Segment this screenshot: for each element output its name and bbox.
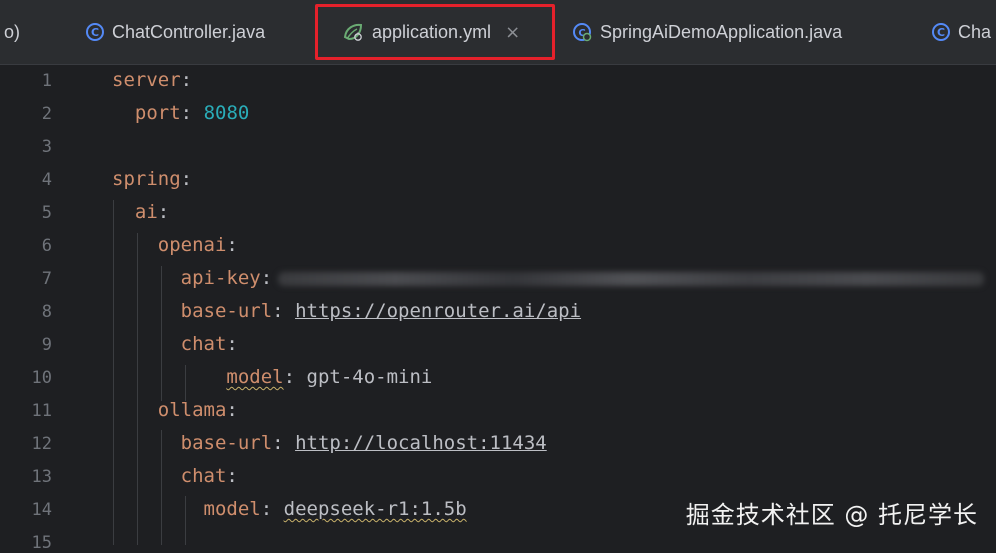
yaml-value: gpt-4o-mini xyxy=(306,366,433,388)
redacted-api-key xyxy=(278,271,985,286)
code-line-2: port: 8080 xyxy=(112,102,249,124)
line-number: 8 xyxy=(41,302,52,322)
yaml-value: 8080 xyxy=(203,102,250,124)
yaml-key: model xyxy=(226,366,284,388)
code-line-8: base-url: https://openrouter.ai/api xyxy=(112,300,581,322)
code-line-6: openai: xyxy=(112,234,238,256)
colon: : xyxy=(226,234,238,256)
yaml-key: base-url xyxy=(180,300,273,322)
colon: : xyxy=(226,399,238,421)
yaml-key: port xyxy=(134,102,181,124)
tab-label: Cha xyxy=(958,21,992,42)
colon: : xyxy=(272,432,284,454)
colon: : xyxy=(260,498,273,520)
colon: : xyxy=(180,69,193,91)
editor-tab-bar: o) C ChatController.java application.yml… xyxy=(0,0,996,65)
line-number: 7 xyxy=(41,269,52,289)
url-link[interactable]: https://openrouter.ai/api xyxy=(295,300,581,322)
tab-overflow-fragment[interactable]: o) xyxy=(4,0,20,64)
line-number: 13 xyxy=(31,467,52,487)
colon: : xyxy=(272,300,284,322)
tab-label: SpringAiDemoApplication.java xyxy=(600,21,843,42)
watermark: 掘金技术社区 @ 托尼学长 xyxy=(685,501,978,529)
colon: : xyxy=(226,333,238,355)
yaml-key: server xyxy=(112,69,181,91)
yaml-key: model xyxy=(203,498,261,520)
yaml-value: deepseek-r1:1.5b xyxy=(283,498,467,520)
line-number: 15 xyxy=(31,533,52,553)
code-line-14: model: deepseek-r1:1.5b xyxy=(112,498,467,520)
code-line-10: model: gpt-4o-mini xyxy=(112,366,432,388)
tab-chat-controller[interactable]: C ChatController.java xyxy=(86,0,265,64)
class-icon: C xyxy=(86,23,104,41)
code-line-13: chat: xyxy=(112,465,238,487)
colon: : xyxy=(180,102,193,124)
line-number: 11 xyxy=(31,401,52,421)
yaml-key: base-url xyxy=(180,432,273,454)
tab-label: ChatController.java xyxy=(112,21,266,42)
yaml-key: chat xyxy=(180,333,227,355)
line-number: 6 xyxy=(41,236,52,256)
colon: : xyxy=(260,267,273,289)
code-line-12: base-url: http://localhost:11434 xyxy=(112,432,547,454)
line-number: 1 xyxy=(41,71,52,91)
code-line-7: api-key: xyxy=(112,267,985,289)
active-tab-highlight xyxy=(315,4,555,60)
line-number: 14 xyxy=(31,500,52,520)
colon: : xyxy=(157,201,170,223)
line-number: 4 xyxy=(41,170,52,190)
yaml-key: chat xyxy=(180,465,227,487)
yaml-key: ai xyxy=(134,201,158,223)
code-line-5: ai: xyxy=(112,201,169,223)
yaml-key: openai xyxy=(157,234,227,256)
code-editor[interactable]: 1 2 3 4 5 6 7 8 9 10 11 12 13 14 15 serv… xyxy=(0,65,996,553)
url-link[interactable]: http://localhost:11434 xyxy=(295,432,547,454)
spring-boot-class-icon: C xyxy=(573,23,592,42)
line-number: 5 xyxy=(41,203,52,223)
code-line-9: chat: xyxy=(112,333,238,355)
line-number: 10 xyxy=(31,368,52,388)
colon: : xyxy=(180,168,193,190)
tab-spring-ai-demo-application[interactable]: C SpringAiDemoApplication.java xyxy=(572,0,842,64)
code-line-4: spring: xyxy=(112,168,192,190)
colon: : xyxy=(283,366,296,388)
line-number: 12 xyxy=(31,434,52,454)
code-line-1: server: xyxy=(112,69,192,91)
yaml-key: api-key xyxy=(180,267,261,289)
tab-chat-truncated[interactable]: C Cha xyxy=(932,0,991,64)
yaml-key: ollama xyxy=(157,399,227,421)
line-number: 9 xyxy=(41,335,52,355)
line-number: 3 xyxy=(41,137,52,157)
code-line-11: ollama: xyxy=(112,399,238,421)
colon: : xyxy=(226,465,238,487)
line-number: 2 xyxy=(41,104,52,124)
class-icon: C xyxy=(932,23,950,41)
tab-prefix-label: o) xyxy=(4,21,21,42)
yaml-key: spring xyxy=(112,168,181,190)
